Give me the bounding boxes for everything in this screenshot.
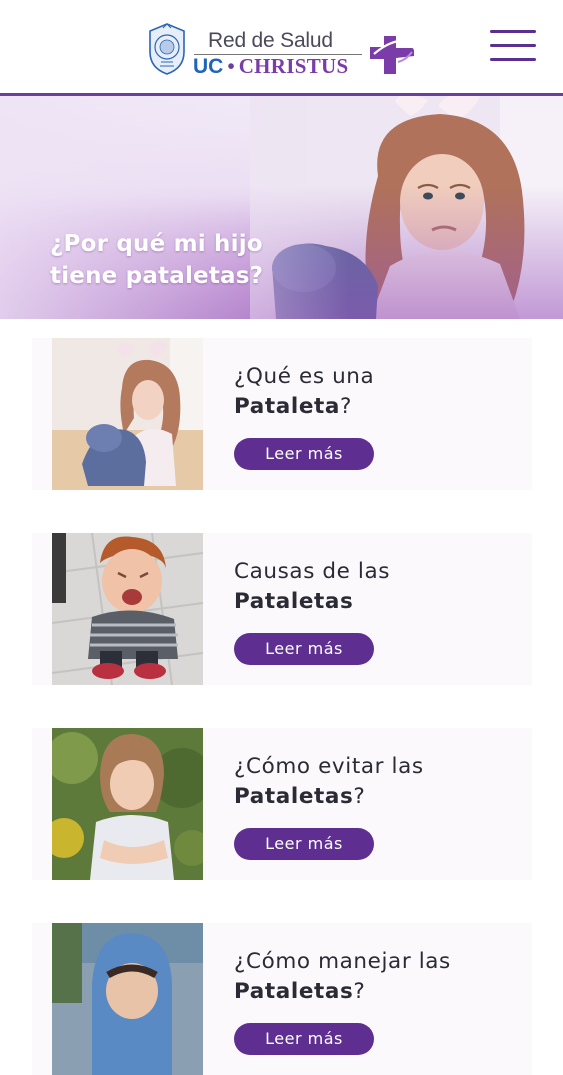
card-title-line1: ¿Qué es una (234, 364, 375, 389)
article-card-causas[interactable]: Causas de las Pataletas Leer más (32, 533, 532, 685)
sulking-girl-photo (52, 338, 203, 490)
site-header: Red de Salud UC • CHRISTUS (0, 0, 563, 96)
leer-mas-button[interactable]: Leer más (234, 633, 374, 665)
card-thumbnail (52, 338, 203, 490)
hero-title[interactable]: ¿Por qué mi hijo tiene pataletas? (50, 228, 300, 292)
card-title-suffix: ? (340, 394, 353, 419)
crying-boy-photo (52, 533, 203, 685)
card-title: ¿Cómo manejar las Pataletas? (234, 947, 524, 1007)
hamburger-icon-line (490, 44, 536, 47)
card-title: ¿Qué es una Pataleta? (234, 362, 524, 422)
hamburger-icon (490, 30, 536, 33)
card-title-line1: ¿Cómo evitar las (234, 754, 424, 779)
hero-title-line1: ¿Por qué mi hijo (50, 231, 263, 257)
logo-uc: UC (193, 55, 224, 78)
article-card-que-es[interactable]: ¿Qué es una Pataleta? Leer más (32, 338, 532, 490)
card-thumbnail (52, 923, 203, 1075)
card-thumbnail (52, 533, 203, 685)
christus-cross-icon (370, 36, 415, 74)
card-title-suffix: ? (353, 784, 366, 809)
card-title-bold: Pataleta (234, 394, 341, 419)
card-title-line2: Pataletas? (234, 977, 524, 1007)
logo-dot: • (227, 54, 235, 78)
arms-crossed-girl-photo (52, 728, 203, 880)
card-thumbnail (52, 728, 203, 880)
card-title-bold: Pataletas (234, 979, 354, 1004)
hamburger-menu-button[interactable] (490, 30, 538, 66)
leer-mas-button[interactable]: Leer más (234, 1023, 374, 1055)
card-title: Causas de las Pataletas (234, 557, 524, 617)
logo-uc-christus: UC • CHRISTUS (193, 54, 348, 79)
red-salud-uc-christus-logo[interactable]: Red de Salud UC • CHRISTUS (146, 20, 418, 80)
card-title-line2: Pataletas? (234, 782, 524, 812)
card-title-suffix: ? (353, 979, 366, 1004)
hamburger-icon-line (490, 58, 536, 61)
logo-christus: CHRISTUS (238, 54, 349, 78)
card-title: ¿Cómo evitar las Pataletas? (234, 752, 524, 812)
card-title-line1: Causas de las (234, 559, 391, 584)
article-card-evitar[interactable]: ¿Cómo evitar las Pataletas? Leer más (32, 728, 532, 880)
logo-red-de-salud: Red de Salud (208, 29, 333, 52)
university-seal-icon (149, 23, 185, 75)
hooded-child-photo (52, 923, 203, 1075)
leer-mas-button[interactable]: Leer más (234, 438, 374, 470)
hero-title-line2: tiene pataletas? (50, 263, 264, 289)
card-title-line1: ¿Cómo manejar las (234, 949, 451, 974)
card-title-bold: Pataletas (234, 784, 354, 809)
card-title-line2: Pataletas (234, 587, 524, 617)
article-card-manejar[interactable]: ¿Cómo manejar las Pataletas? Leer más (32, 923, 532, 1075)
hero-banner[interactable]: ¿Por qué mi hijo tiene pataletas? (0, 96, 563, 319)
card-title-bold: Pataletas (234, 589, 354, 614)
card-title-line2: Pataleta? (234, 392, 524, 422)
leer-mas-button[interactable]: Leer más (234, 828, 374, 860)
